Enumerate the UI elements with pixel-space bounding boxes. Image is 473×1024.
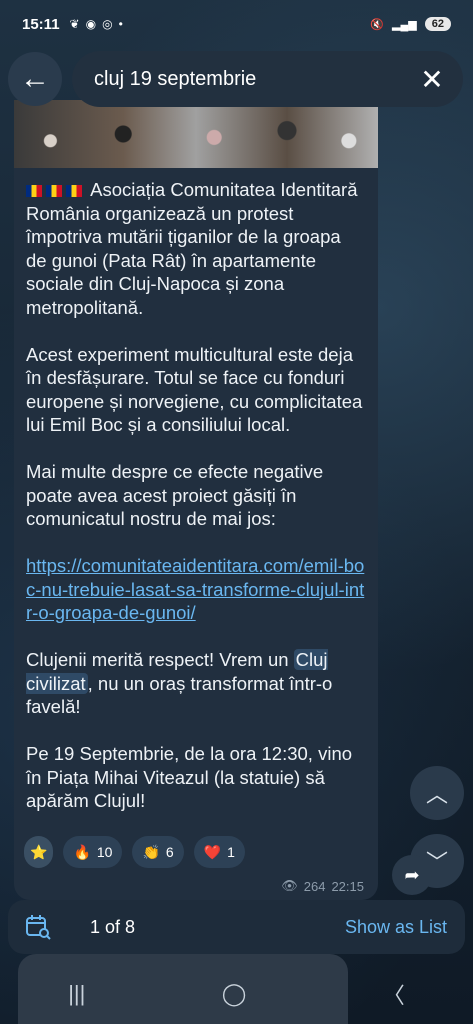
- message-paragraph-5: Pe 19 Septembrie, de la ora 12:30, vino …: [26, 743, 353, 811]
- reaction-count: 10: [96, 844, 113, 860]
- whatsapp-icon: ◎: [102, 17, 113, 31]
- notification-icons: ❦ ◉ ◎ •: [70, 17, 123, 31]
- search-field[interactable]: ✕: [72, 51, 463, 107]
- romania-flag-icon: [66, 185, 82, 197]
- reaction-star[interactable]: ⭐: [24, 836, 54, 868]
- messenger-icon: ◉: [85, 17, 97, 31]
- eye-icon: 👁: [281, 878, 298, 893]
- message-bubble[interactable]: Asociația Comunitatea Identitară România…: [14, 100, 378, 900]
- star-icon: ⭐: [30, 843, 48, 860]
- calendar-search-icon[interactable]: [24, 913, 52, 941]
- show-as-list-button[interactable]: Show as List: [345, 917, 447, 938]
- recent-apps-icon[interactable]: |||: [68, 981, 85, 1007]
- reaction-count: 1: [227, 844, 235, 860]
- search-input[interactable]: [92, 66, 417, 92]
- arrow-left-icon: ←: [20, 62, 50, 95]
- intro-text: Asociația Comunitatea Identitară România…: [26, 179, 358, 318]
- message-link-paragraph: https://comunitateaidentitara.com/emil-b…: [26, 554, 366, 625]
- back-button[interactable]: ←: [8, 52, 62, 106]
- signal-icon: ▂▄▆: [392, 18, 417, 31]
- message-meta: 👁 264 22:15: [281, 878, 364, 894]
- status-time: 15:11: [22, 15, 60, 33]
- article-link[interactable]: https://comunitateaidentitara.com/emil-b…: [26, 555, 364, 623]
- reactions-row: ⭐ 🔥 10 👏 6 ❤️ 1: [24, 836, 245, 868]
- result-counter: 1 of 8: [90, 916, 136, 937]
- reaction-count: 6: [165, 844, 174, 860]
- battery-indicator: 62: [424, 17, 451, 31]
- heart-icon: ❤️: [203, 843, 222, 860]
- message-paragraph-2: Acest experiment multicultural este deja…: [26, 343, 363, 436]
- search-results-bar: 1 of 8 Show as List: [8, 900, 465, 954]
- reaction-fire[interactable]: 🔥 10: [63, 836, 123, 868]
- forward-icon: ➦: [404, 864, 420, 885]
- clear-search-button[interactable]: ✕: [417, 63, 447, 96]
- previous-result-button[interactable]: ︿: [410, 766, 464, 820]
- reaction-heart[interactable]: ❤️ 1: [193, 836, 245, 868]
- dot-icon: •: [118, 17, 123, 31]
- close-icon: ✕: [420, 63, 444, 95]
- message-intro-paragraph: Asociația Comunitatea Identitară România…: [26, 178, 366, 319]
- view-count: 264: [303, 878, 326, 894]
- message-paragraph-4: Clujenii merită respect! Vrem un Cluj ci…: [26, 648, 366, 719]
- nav-back-icon[interactable]: 〈: [383, 978, 405, 1010]
- status-bar: 15:11 ❦ ◉ ◎ • 🔇 ▂▄▆ 62: [0, 0, 473, 48]
- photo-crowd: [14, 100, 378, 168]
- message-paragraph-3: Mai multe despre ce efecte negative poat…: [26, 461, 324, 529]
- clap-icon: 👏: [142, 843, 160, 860]
- calendar-search-svg: [26, 915, 51, 940]
- message-text: Asociația Comunitatea Identitară România…: [14, 168, 378, 813]
- home-icon[interactable]: ◯: [222, 981, 247, 1007]
- system-icons: 🔇 ▂▄▆ 62: [370, 17, 451, 31]
- para4-pre: Clujenii merită respect! Vrem un: [26, 649, 294, 670]
- romania-flag-icon: [26, 185, 42, 197]
- chevron-up-icon: ︿: [425, 782, 448, 807]
- reaction-clap[interactable]: 👏 6: [132, 836, 184, 868]
- romania-flag-icon: [46, 185, 62, 197]
- system-nav-bar: ||| ◯ 〈: [0, 964, 473, 1024]
- message-photo[interactable]: [14, 100, 378, 168]
- fire-icon: 🔥: [73, 843, 91, 860]
- mute-icon: 🔇: [370, 18, 385, 31]
- leaf-icon: ❦: [69, 17, 80, 31]
- message-time: 22:15: [331, 878, 364, 894]
- search-bar: ← ✕: [8, 50, 463, 108]
- forward-button[interactable]: ➦: [392, 855, 432, 895]
